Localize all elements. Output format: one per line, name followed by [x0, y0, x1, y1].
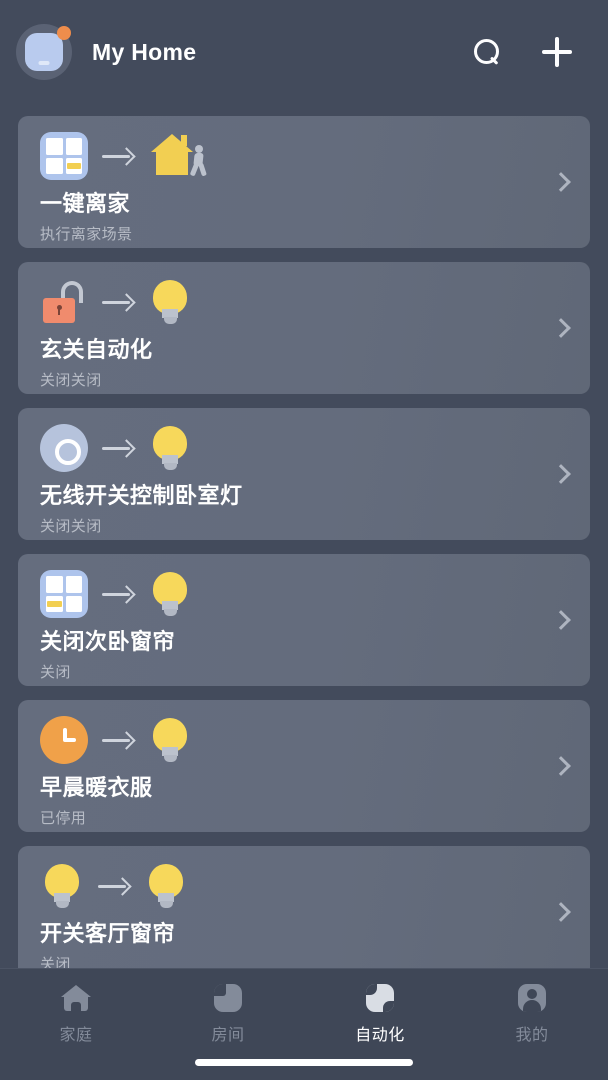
padlock-keyhole-shape [56, 305, 62, 315]
window-pane [46, 157, 63, 174]
automation-title: 关闭次卧窗帘 [40, 629, 176, 654]
profile-body-shape [523, 1000, 541, 1012]
automation-card[interactable]: 早晨暖衣服 已停用 [18, 700, 590, 832]
add-button[interactable] [532, 27, 582, 77]
app-root: My Home 一键离家 执行离家场景 玄关自动化 关闭关闭 无线开关控制卧室灯… [0, 0, 608, 1080]
arrow-right-icon [102, 292, 134, 312]
automation-card[interactable]: 玄关自动化 关闭关闭 [18, 262, 590, 394]
automation-subtitle: 已停用 [40, 810, 87, 827]
arrow-right-icon [102, 584, 134, 604]
automation-list[interactable]: 一键离家 执行离家场景 玄关自动化 关闭关闭 无线开关控制卧室灯 关闭关闭 关闭… [0, 104, 608, 968]
tab-automation[interactable]: 自动化 [304, 981, 456, 1045]
bulb-base-shape [163, 463, 177, 470]
window-pane [46, 576, 63, 593]
notification-dot [57, 26, 71, 40]
search-icon [474, 39, 500, 65]
automation-icon [363, 981, 397, 1015]
bottom-tab-bar: 家庭 房间 自动化 我的 [0, 968, 608, 1080]
card-icon-row [40, 278, 572, 326]
window-pane-curtain [65, 157, 82, 174]
wall-shape [156, 151, 188, 175]
app-header: My Home [0, 0, 608, 104]
light-bulb-icon [148, 278, 192, 326]
profile-head-shape [527, 989, 537, 999]
house-leaving-icon [148, 132, 210, 180]
window-pane [65, 576, 82, 593]
tab-profile[interactable]: 我的 [456, 981, 608, 1045]
bulb-base-shape [163, 755, 177, 762]
person-head-shape [195, 145, 203, 153]
clock-minute-hand-shape [63, 738, 76, 742]
automation-subtitle: 关闭关闭 [40, 518, 102, 535]
home-icon [59, 981, 93, 1015]
card-icon-row [40, 570, 572, 618]
automation-subtitle: 执行离家场景 [40, 226, 133, 243]
light-bulb-icon [148, 716, 192, 764]
window-tile-icon [40, 132, 88, 180]
tab-label-rooms: 房间 [211, 1027, 245, 1044]
rooms-icon [211, 981, 245, 1015]
automation-cut-top [366, 984, 377, 995]
home-indicator-bar [195, 1059, 413, 1066]
window-pane [65, 138, 82, 155]
card-icon-row [40, 716, 572, 764]
automation-subtitle: 关闭关闭 [40, 372, 102, 389]
automation-card[interactable]: 无线开关控制卧室灯 关闭关闭 [18, 408, 590, 540]
tab-label-automation: 自动化 [355, 1027, 405, 1044]
arrow-right-icon [102, 730, 134, 750]
tab-label-home: 家庭 [59, 1027, 93, 1044]
home-avatar-icon[interactable] [16, 24, 72, 80]
automation-title: 一键离家 [40, 191, 131, 216]
window-tile-icon [40, 570, 88, 618]
tab-home[interactable]: 家庭 [0, 981, 152, 1045]
window-pane [46, 138, 63, 155]
bulb-base-shape [163, 317, 177, 324]
card-icon-row [40, 862, 572, 910]
automation-title: 无线开关控制卧室灯 [40, 483, 243, 508]
bulb-base-shape [55, 901, 69, 908]
tab-rooms[interactable]: 房间 [152, 981, 304, 1045]
light-bulb-icon [40, 862, 84, 910]
automation-card[interactable]: 关闭次卧窗帘 关闭 [18, 554, 590, 686]
arrow-right-icon [102, 438, 134, 458]
arrow-right-icon [98, 876, 130, 896]
automation-icon-shape [366, 984, 394, 1012]
page-title: My Home [92, 38, 197, 65]
light-bulb-icon [148, 570, 192, 618]
roof-shape [151, 134, 193, 152]
automation-subtitle: 关闭 [40, 956, 71, 968]
automation-cut-bottom [383, 1001, 394, 1012]
profile-icon [515, 981, 549, 1015]
card-icon-row [40, 424, 572, 472]
automation-title: 玄关自动化 [40, 337, 153, 362]
plus-icon [542, 37, 572, 67]
light-bulb-icon [144, 862, 188, 910]
automation-card[interactable]: 一键离家 执行离家场景 [18, 116, 590, 248]
automation-card[interactable]: 开关客厅窗帘 关闭 [18, 846, 590, 968]
tab-label-profile: 我的 [515, 1027, 549, 1044]
bulb-base-shape [163, 609, 177, 616]
card-icon-row [40, 132, 572, 180]
arrow-right-icon [102, 146, 134, 166]
wireless-switch-icon [40, 424, 88, 472]
profile-icon-shape [518, 984, 546, 1012]
person-leg-shape [198, 162, 207, 177]
home-door-shape [71, 1002, 81, 1011]
bulb-base-shape [159, 901, 173, 908]
light-bulb-icon [148, 424, 192, 472]
rooms-icon-shape [214, 984, 242, 1012]
unlocked-padlock-icon [40, 278, 88, 326]
search-button[interactable] [462, 27, 512, 77]
automation-title: 开关客厅窗帘 [40, 921, 176, 946]
automation-title: 早晨暖衣服 [40, 775, 153, 800]
automation-subtitle: 关闭 [40, 664, 71, 681]
clock-icon [40, 716, 88, 764]
avatar-inner-shape [25, 33, 63, 71]
window-pane-curtain [46, 595, 63, 612]
window-pane [65, 595, 82, 612]
home-icon-shape [61, 985, 91, 1011]
